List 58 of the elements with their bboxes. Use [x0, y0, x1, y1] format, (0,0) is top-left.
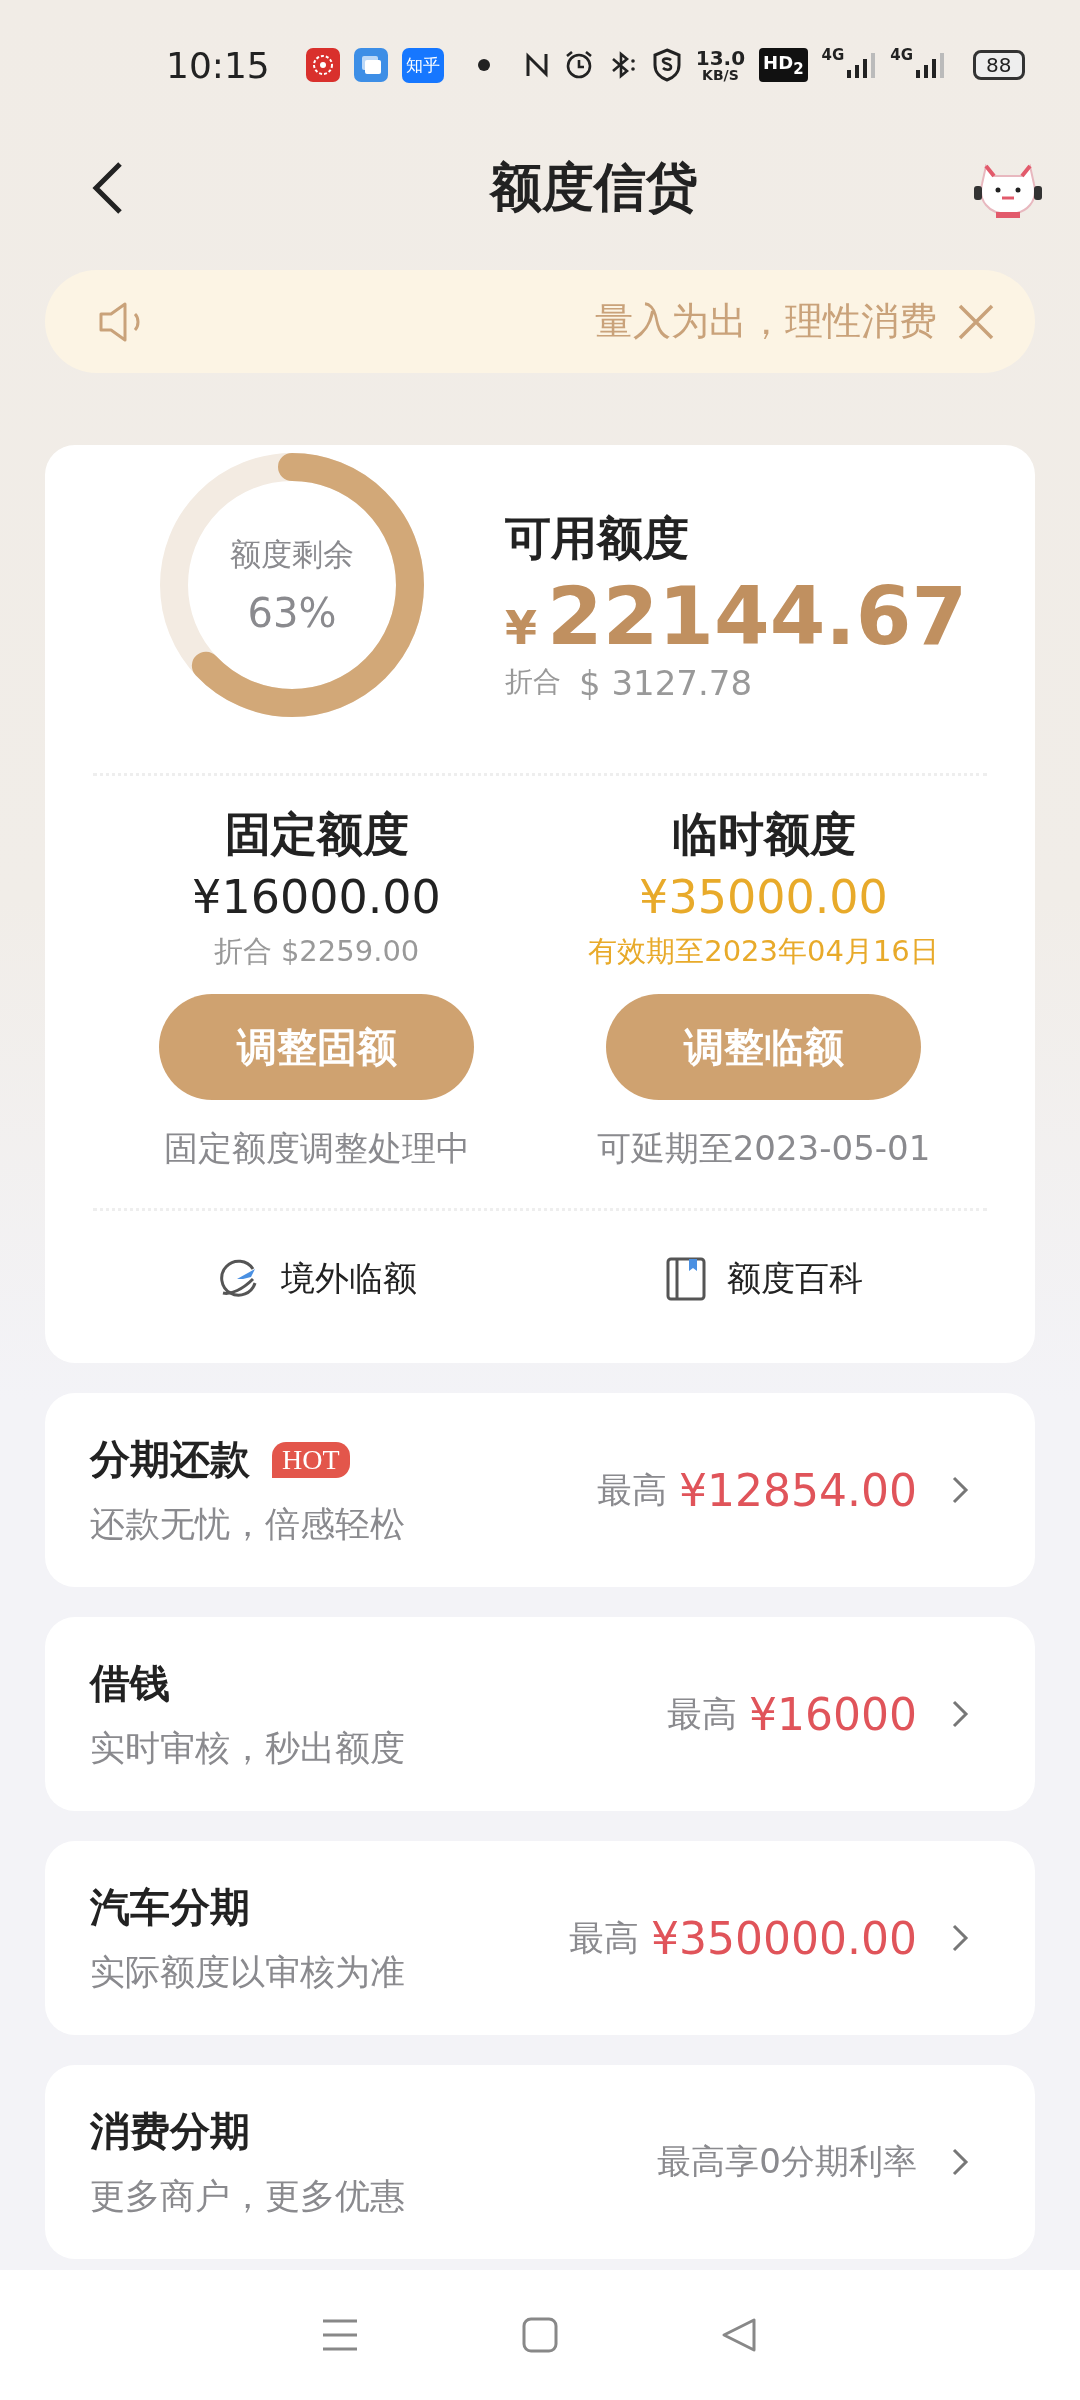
- limit-note: 有效期至2023年04月16日: [588, 933, 939, 970]
- limit-amount: ¥35000.00: [639, 870, 888, 924]
- max-label: 最高: [569, 1916, 640, 1960]
- status-time: 10:15: [166, 44, 270, 86]
- product-subtitle: 实时审核，秒出额度: [90, 1727, 405, 1770]
- product-title: 借钱: [90, 1659, 170, 1708]
- limit-amount: ¥16000.00: [192, 870, 441, 924]
- notice-text: 量入为出，理性消费: [595, 298, 937, 345]
- signal-icon: [915, 50, 946, 80]
- product-title: 消费分期: [90, 2107, 250, 2156]
- max-amount: ¥12854.00: [679, 1464, 917, 1516]
- home-icon[interactable]: [521, 2316, 559, 2354]
- limit-note: 折合 $2259.00: [213, 933, 420, 970]
- hot-badge: HOT: [272, 1441, 350, 1478]
- chevron-right-icon: [951, 1475, 969, 1505]
- limit-title: 临时额度: [671, 806, 856, 863]
- network-type: 4G: [821, 46, 845, 64]
- limit-status: 可延期至2023-05-01: [596, 1127, 931, 1170]
- product-card[interactable]: 分期还款 HOT 还款无忧，倍感轻松 最高 ¥12854.00: [45, 1393, 1035, 1587]
- link-label[interactable]: 额度百科: [726, 1256, 863, 1302]
- product-card[interactable]: 汽车分期 实际额度以审核为准 最高 ¥350000.00: [45, 1841, 1035, 2035]
- network-type: 4G: [890, 46, 914, 64]
- battery-level: 88: [973, 50, 1025, 80]
- network-speed: 13.0: [695, 48, 746, 68]
- app-badge: 知乎: [401, 47, 444, 83]
- chevron-right-icon: [951, 2147, 969, 2177]
- windows-app-icon: [353, 48, 388, 82]
- offer-text: 最高享0分期利率: [657, 2140, 917, 2183]
- available-amount: 22144.67: [547, 569, 968, 663]
- ring-label: 额度剩余: [230, 535, 354, 574]
- currency-sign: ¥: [505, 600, 537, 655]
- product-title: 分期还款: [90, 1435, 250, 1484]
- converted-amount: $ 3127.78: [579, 662, 753, 703]
- page-title: 额度信贷: [490, 155, 698, 219]
- signal-icon: [846, 50, 877, 80]
- product-title: 汽车分期: [90, 1883, 250, 1932]
- limit-title: 固定额度: [224, 806, 409, 863]
- product-subtitle: 更多商户，更多优惠: [90, 2175, 405, 2218]
- max-label: 最高: [597, 1468, 668, 1512]
- link-label[interactable]: 境外临额: [280, 1256, 417, 1302]
- product-card[interactable]: 借钱 实时审核，秒出额度 最高 ¥16000: [45, 1617, 1035, 1811]
- book-icon[interactable]: [664, 1256, 707, 1302]
- speed-unit: KB/S: [702, 68, 739, 82]
- dot-icon: [477, 59, 490, 71]
- product-subtitle: 实际额度以审核为准: [90, 1951, 405, 1994]
- converted-label: 折合: [505, 663, 561, 700]
- max-label: 最高: [667, 1692, 738, 1736]
- max-amount: ¥16000: [749, 1688, 917, 1740]
- product-card[interactable]: 消费分期 更多商户，更多优惠 最高享0分期利率: [45, 2065, 1035, 2259]
- chevron-right-icon: [951, 1923, 969, 1953]
- ring-percent: 63%: [247, 590, 337, 636]
- product-subtitle: 还款无忧，倍感轻松: [90, 1503, 405, 1546]
- max-amount: ¥350000.00: [651, 1912, 917, 1964]
- hd-badge: HD$_{2}$: [759, 48, 808, 82]
- limit-status: 固定额度调整处理中: [163, 1127, 470, 1170]
- available-title: 可用额度: [505, 509, 690, 567]
- shield-icon: [651, 48, 682, 82]
- chevron-right-icon: [951, 1699, 969, 1729]
